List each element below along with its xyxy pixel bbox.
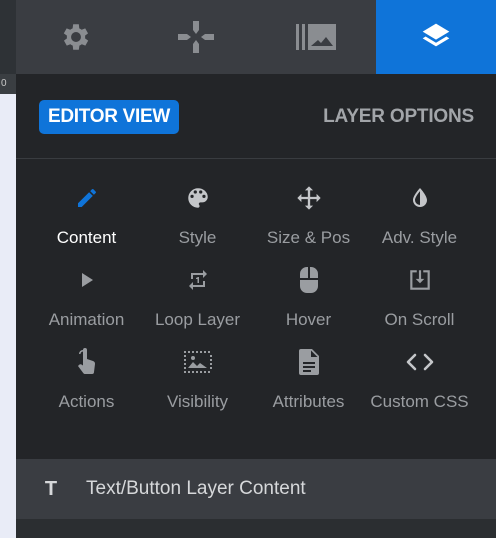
visibility-image-icon [183, 351, 212, 373]
option-label: On Scroll [384, 310, 455, 329]
text-button-layer-content-section[interactable]: T Text/Button Layer Content [16, 459, 496, 519]
editor-view-button[interactable]: EDITOR VIEW [39, 100, 179, 134]
contrast-drop-icon [412, 188, 427, 207]
option-actions[interactable]: Actions [31, 345, 142, 427]
option-style[interactable]: Style [142, 181, 253, 263]
palette-icon [187, 188, 208, 208]
tab-media[interactable] [256, 0, 376, 74]
options-grid: Content Style Size & Pos Adv. Style Anim… [31, 181, 475, 427]
tab-settings[interactable] [16, 0, 136, 74]
option-loop-layer[interactable]: Loop Layer [142, 263, 253, 345]
scroll-download-icon [409, 270, 430, 290]
option-label: Hover [285, 310, 332, 329]
option-label: Content [56, 228, 117, 247]
option-label: Visibility [166, 392, 229, 411]
mouse-icon [299, 267, 318, 293]
pencil-icon [77, 189, 96, 207]
panel-footer [16, 519, 496, 538]
tab-controls[interactable] [136, 0, 256, 74]
option-hover[interactable]: Hover [253, 263, 364, 345]
canvas-strip: 0 [0, 0, 16, 538]
repeat-icon [188, 270, 207, 290]
option-label: Custom CSS [370, 392, 469, 411]
move-arrows-icon [296, 186, 321, 210]
document-icon [298, 349, 319, 375]
option-label: Animation [48, 310, 125, 329]
option-label: Size & Pos [266, 228, 351, 247]
option-size-pos[interactable]: Size & Pos [253, 181, 364, 263]
play-icon [81, 273, 93, 287]
text-type-icon: T [44, 477, 58, 500]
option-animation[interactable]: Animation [31, 263, 142, 345]
option-label: Loop Layer [154, 310, 241, 329]
tab-layers[interactable] [376, 0, 496, 74]
option-content[interactable]: Content [31, 181, 142, 263]
canvas-preview[interactable] [0, 94, 16, 538]
gamepad-icon [178, 21, 214, 53]
top-tab-bar [16, 0, 496, 74]
pointer-hand-icon [77, 348, 95, 374]
option-label: Adv. Style [381, 228, 458, 247]
layer-options-panel: EDITOR VIEW LAYER OPTIONS Content Style … [16, 74, 496, 538]
code-icon [406, 353, 433, 371]
option-on-scroll[interactable]: On Scroll [364, 263, 475, 345]
gear-icon [63, 24, 89, 50]
option-attributes[interactable]: Attributes [253, 345, 364, 427]
option-label: Actions [58, 392, 115, 411]
section-title: Text/Button Layer Content [86, 478, 306, 499]
gallery-icon [296, 24, 336, 50]
layer-options-button[interactable]: LAYER OPTIONS [323, 102, 474, 132]
panel-header: EDITOR VIEW LAYER OPTIONS [16, 74, 496, 159]
ruler-mark: 0 [0, 74, 16, 94]
option-visibility[interactable]: Visibility [142, 345, 253, 427]
option-custom-css[interactable]: Custom CSS [364, 345, 475, 427]
option-label: Attributes [272, 392, 345, 411]
layers-icon [422, 23, 450, 47]
option-adv-style[interactable]: Adv. Style [364, 181, 475, 263]
option-label: Style [178, 228, 217, 247]
